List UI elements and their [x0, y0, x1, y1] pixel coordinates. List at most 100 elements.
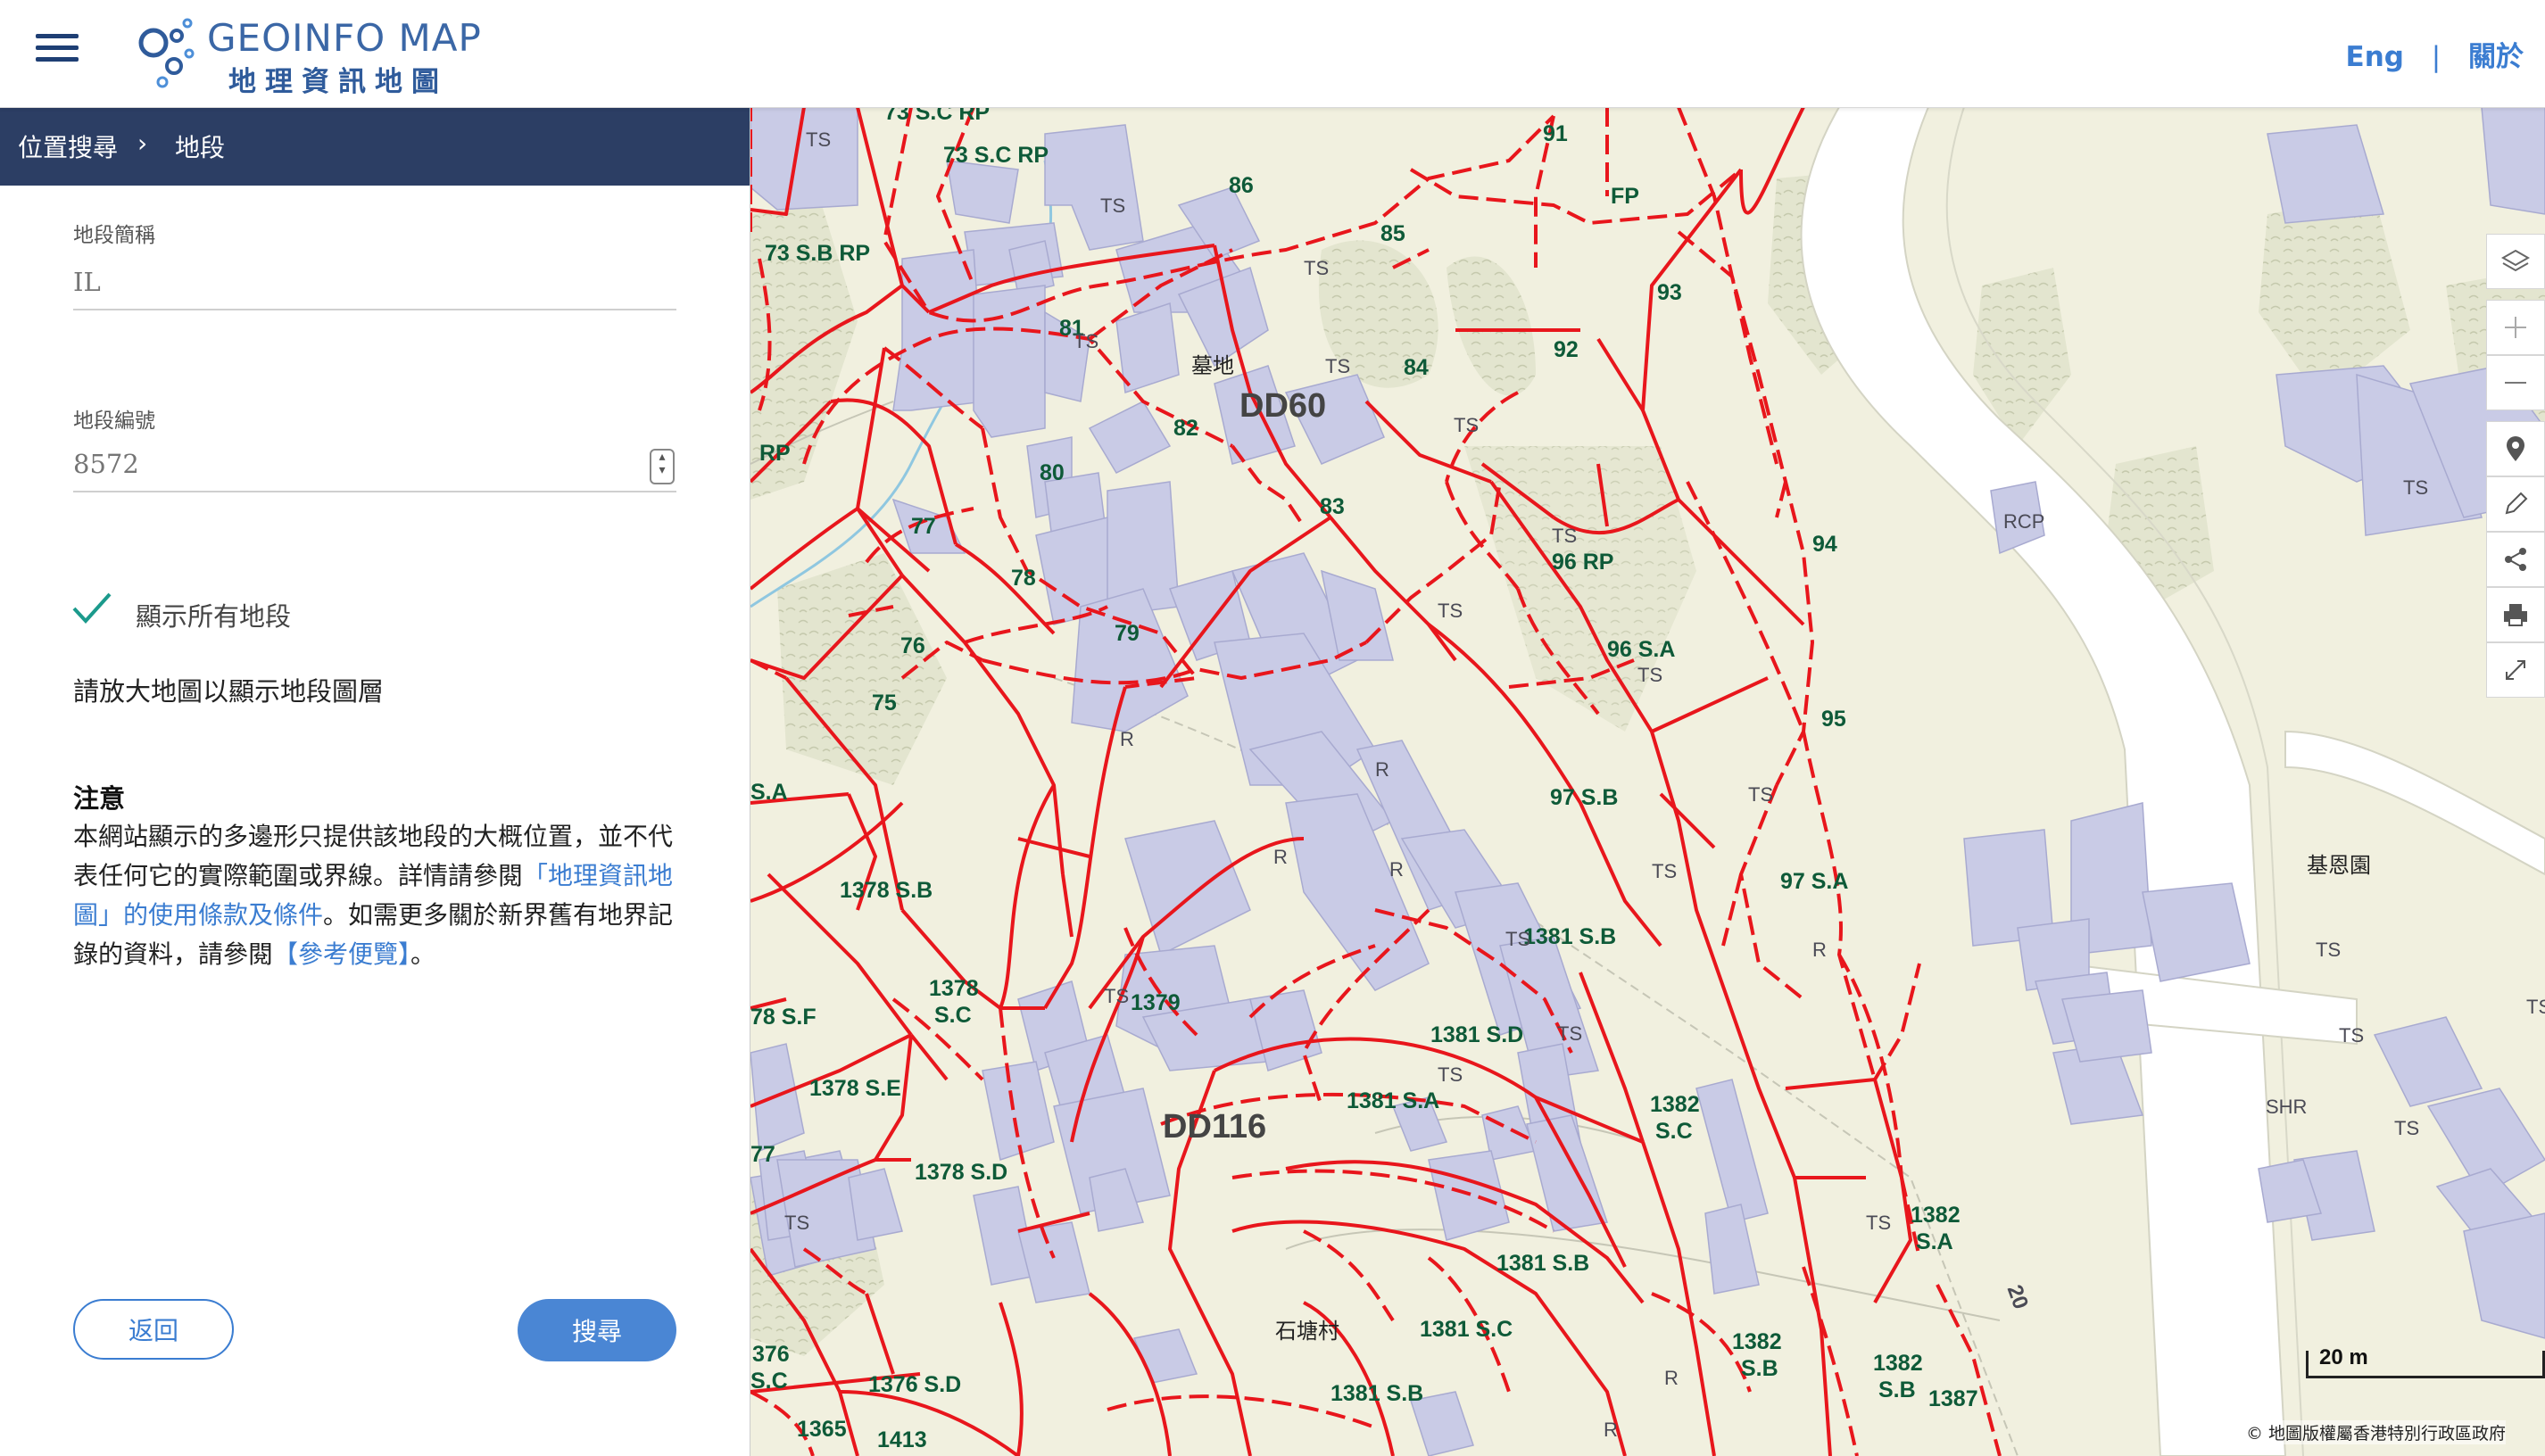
- lot-label: 1365: [797, 1417, 847, 1442]
- building-label: TS: [1552, 525, 1578, 547]
- lot-label: S.B: [1878, 1377, 1916, 1402]
- lot-label: FP: [1611, 184, 1639, 209]
- lot-label: 84: [1404, 355, 1429, 380]
- building-label: TS: [784, 1212, 810, 1234]
- breadcrumb-separator: ›: [137, 128, 148, 158]
- map-base-layer: [750, 107, 2545, 1456]
- lot-number-input[interactable]: [73, 437, 676, 492]
- lot-label: 1382: [1873, 1351, 1923, 1376]
- building-label: TS: [2316, 939, 2342, 961]
- zoom-in-button[interactable]: [2486, 300, 2545, 355]
- share-icon: [2505, 548, 2526, 571]
- breadcrumb-location-search[interactable]: 位置搜尋: [18, 128, 118, 164]
- building-label: SHR: [2266, 1096, 2308, 1118]
- fullscreen-button[interactable]: [2486, 642, 2545, 698]
- layers-icon: [2500, 249, 2531, 272]
- lot-label: 79: [1115, 621, 1140, 646]
- lot-label: S.C: [750, 1369, 788, 1394]
- building-label: TS: [1100, 194, 1126, 217]
- language-toggle-link[interactable]: Eng: [2346, 41, 2404, 73]
- lot-label: 73 S.C RP: [943, 143, 1049, 168]
- building-label: RCP: [2003, 510, 2045, 533]
- hamburger-menu-icon[interactable]: [36, 27, 80, 70]
- layers-button[interactable]: [2486, 234, 2545, 289]
- search-sidebar: 位置搜尋 › 地段 地段簡稱 地段編號 ▴▾ 顯示所有地段 請放大地圖以顯示地段…: [0, 107, 750, 1456]
- lot-label: 1379: [1131, 990, 1181, 1015]
- logo-title-en: GEOINFO MAP: [207, 16, 482, 60]
- lot-label: 85: [1380, 221, 1405, 246]
- lot-label: 1378 S.B: [840, 878, 933, 903]
- lot-label: 1382: [1650, 1092, 1700, 1117]
- notice-text: 本網站顯示的多邊形只提供該地段的大概位置，並不代表任何它的實際範圍或界線。詳情請…: [73, 817, 680, 974]
- lot-abbrev-input[interactable]: [73, 255, 676, 310]
- lot-label: S.C: [934, 1003, 972, 1028]
- lot-label: 1381 S.B: [1331, 1381, 1424, 1406]
- show-all-lots-label: 顯示所有地段: [136, 601, 292, 632]
- print-button[interactable]: [2486, 587, 2545, 642]
- lot-abbrev-label: 地段簡稱: [73, 224, 155, 247]
- building-label: R: [1812, 939, 1827, 961]
- lot-label: 78: [1011, 566, 1036, 591]
- lot-label: 1381 S.B: [1523, 924, 1617, 949]
- checkmark-icon: [72, 592, 112, 624]
- building-label: TS: [1637, 664, 1663, 686]
- building-label: TS: [806, 128, 832, 151]
- lot-label: 96 RP: [1552, 550, 1614, 575]
- lot-label: 1381 S.A: [1347, 1088, 1440, 1113]
- pencil-icon: [2505, 492, 2528, 515]
- building-label: TS: [1505, 928, 1531, 950]
- lot-label: 76: [900, 633, 925, 658]
- lot-label: 1382: [1732, 1329, 1782, 1354]
- header-links: Eng | 關於: [2346, 34, 2524, 74]
- lot-label: 86: [1229, 173, 1254, 198]
- back-button[interactable]: 返回: [73, 1299, 234, 1360]
- lot-label: 1381 S.D: [1430, 1022, 1524, 1047]
- about-link[interactable]: 關於: [2468, 34, 2524, 74]
- building-label: R: [1273, 846, 1288, 868]
- lot-label: 376: [752, 1342, 790, 1367]
- building-label: TS: [2526, 996, 2545, 1018]
- lot-label: S.A: [750, 780, 788, 805]
- lot-label: 1381 S.B: [1496, 1251, 1590, 1276]
- search-button[interactable]: 搜尋: [518, 1299, 676, 1361]
- district-label-dd60: DD60: [1239, 387, 1327, 425]
- lot-label: 97 S.B: [1550, 785, 1619, 810]
- building-label: TS: [1652, 860, 1678, 882]
- lot-label: 75: [872, 691, 897, 716]
- building-label: TS: [1304, 257, 1330, 279]
- building-label: TS: [1866, 1212, 1892, 1234]
- geoinfo-map-logo[interactable]: GEOINFO MAP 地理資訊地圖: [132, 11, 489, 98]
- header-link-separator: |: [2431, 41, 2441, 73]
- district-label-dd116: DD116: [1163, 1108, 1267, 1146]
- lot-label: 1413: [877, 1427, 927, 1452]
- building-label: R: [1389, 858, 1404, 881]
- lot-label: 82: [1173, 416, 1198, 441]
- building-label: R: [1604, 1419, 1618, 1441]
- map-canvas[interactable]: 73 S.C RP 73 S.C RP 73 S.B RP 86 85 91 F…: [750, 107, 2545, 1456]
- building-label: TS: [2394, 1117, 2420, 1139]
- lot-label: 1378 S.D: [915, 1160, 1008, 1185]
- lot-label: 77: [750, 1142, 775, 1167]
- map-copyright: © 地圖版權屬香港特別行政區政府: [2246, 1420, 2507, 1444]
- lot-label: 1387: [1928, 1386, 1978, 1411]
- share-button[interactable]: [2486, 532, 2545, 587]
- lot-label: 92: [1554, 337, 1579, 362]
- breadcrumb-current: 地段: [175, 133, 226, 162]
- lot-label: 80: [1040, 460, 1065, 485]
- locate-button[interactable]: [2486, 421, 2545, 476]
- lot-label: 78 S.F: [750, 1005, 817, 1030]
- lot-label: 77: [911, 514, 936, 539]
- location-pin-icon: [2507, 436, 2524, 461]
- lot-label: 1378: [929, 976, 979, 1001]
- reference-guide-link[interactable]: 【參考便覽】: [273, 939, 410, 969]
- lot-label: 94: [1812, 532, 1837, 557]
- zoom-out-button[interactable]: [2486, 355, 2545, 410]
- lot-label: 1381 S.C: [1420, 1317, 1513, 1342]
- lot-label: RP: [759, 441, 791, 466]
- lot-label: 1382: [1911, 1203, 1961, 1228]
- lot-number-stepper[interactable]: ▴ ▾: [650, 449, 675, 484]
- building-label: TS: [1438, 600, 1463, 622]
- breadcrumb: 位置搜尋 › 地段: [0, 107, 750, 186]
- measure-button[interactable]: [2486, 476, 2545, 532]
- show-all-lots-checkbox[interactable]: 顯示所有地段: [71, 589, 607, 633]
